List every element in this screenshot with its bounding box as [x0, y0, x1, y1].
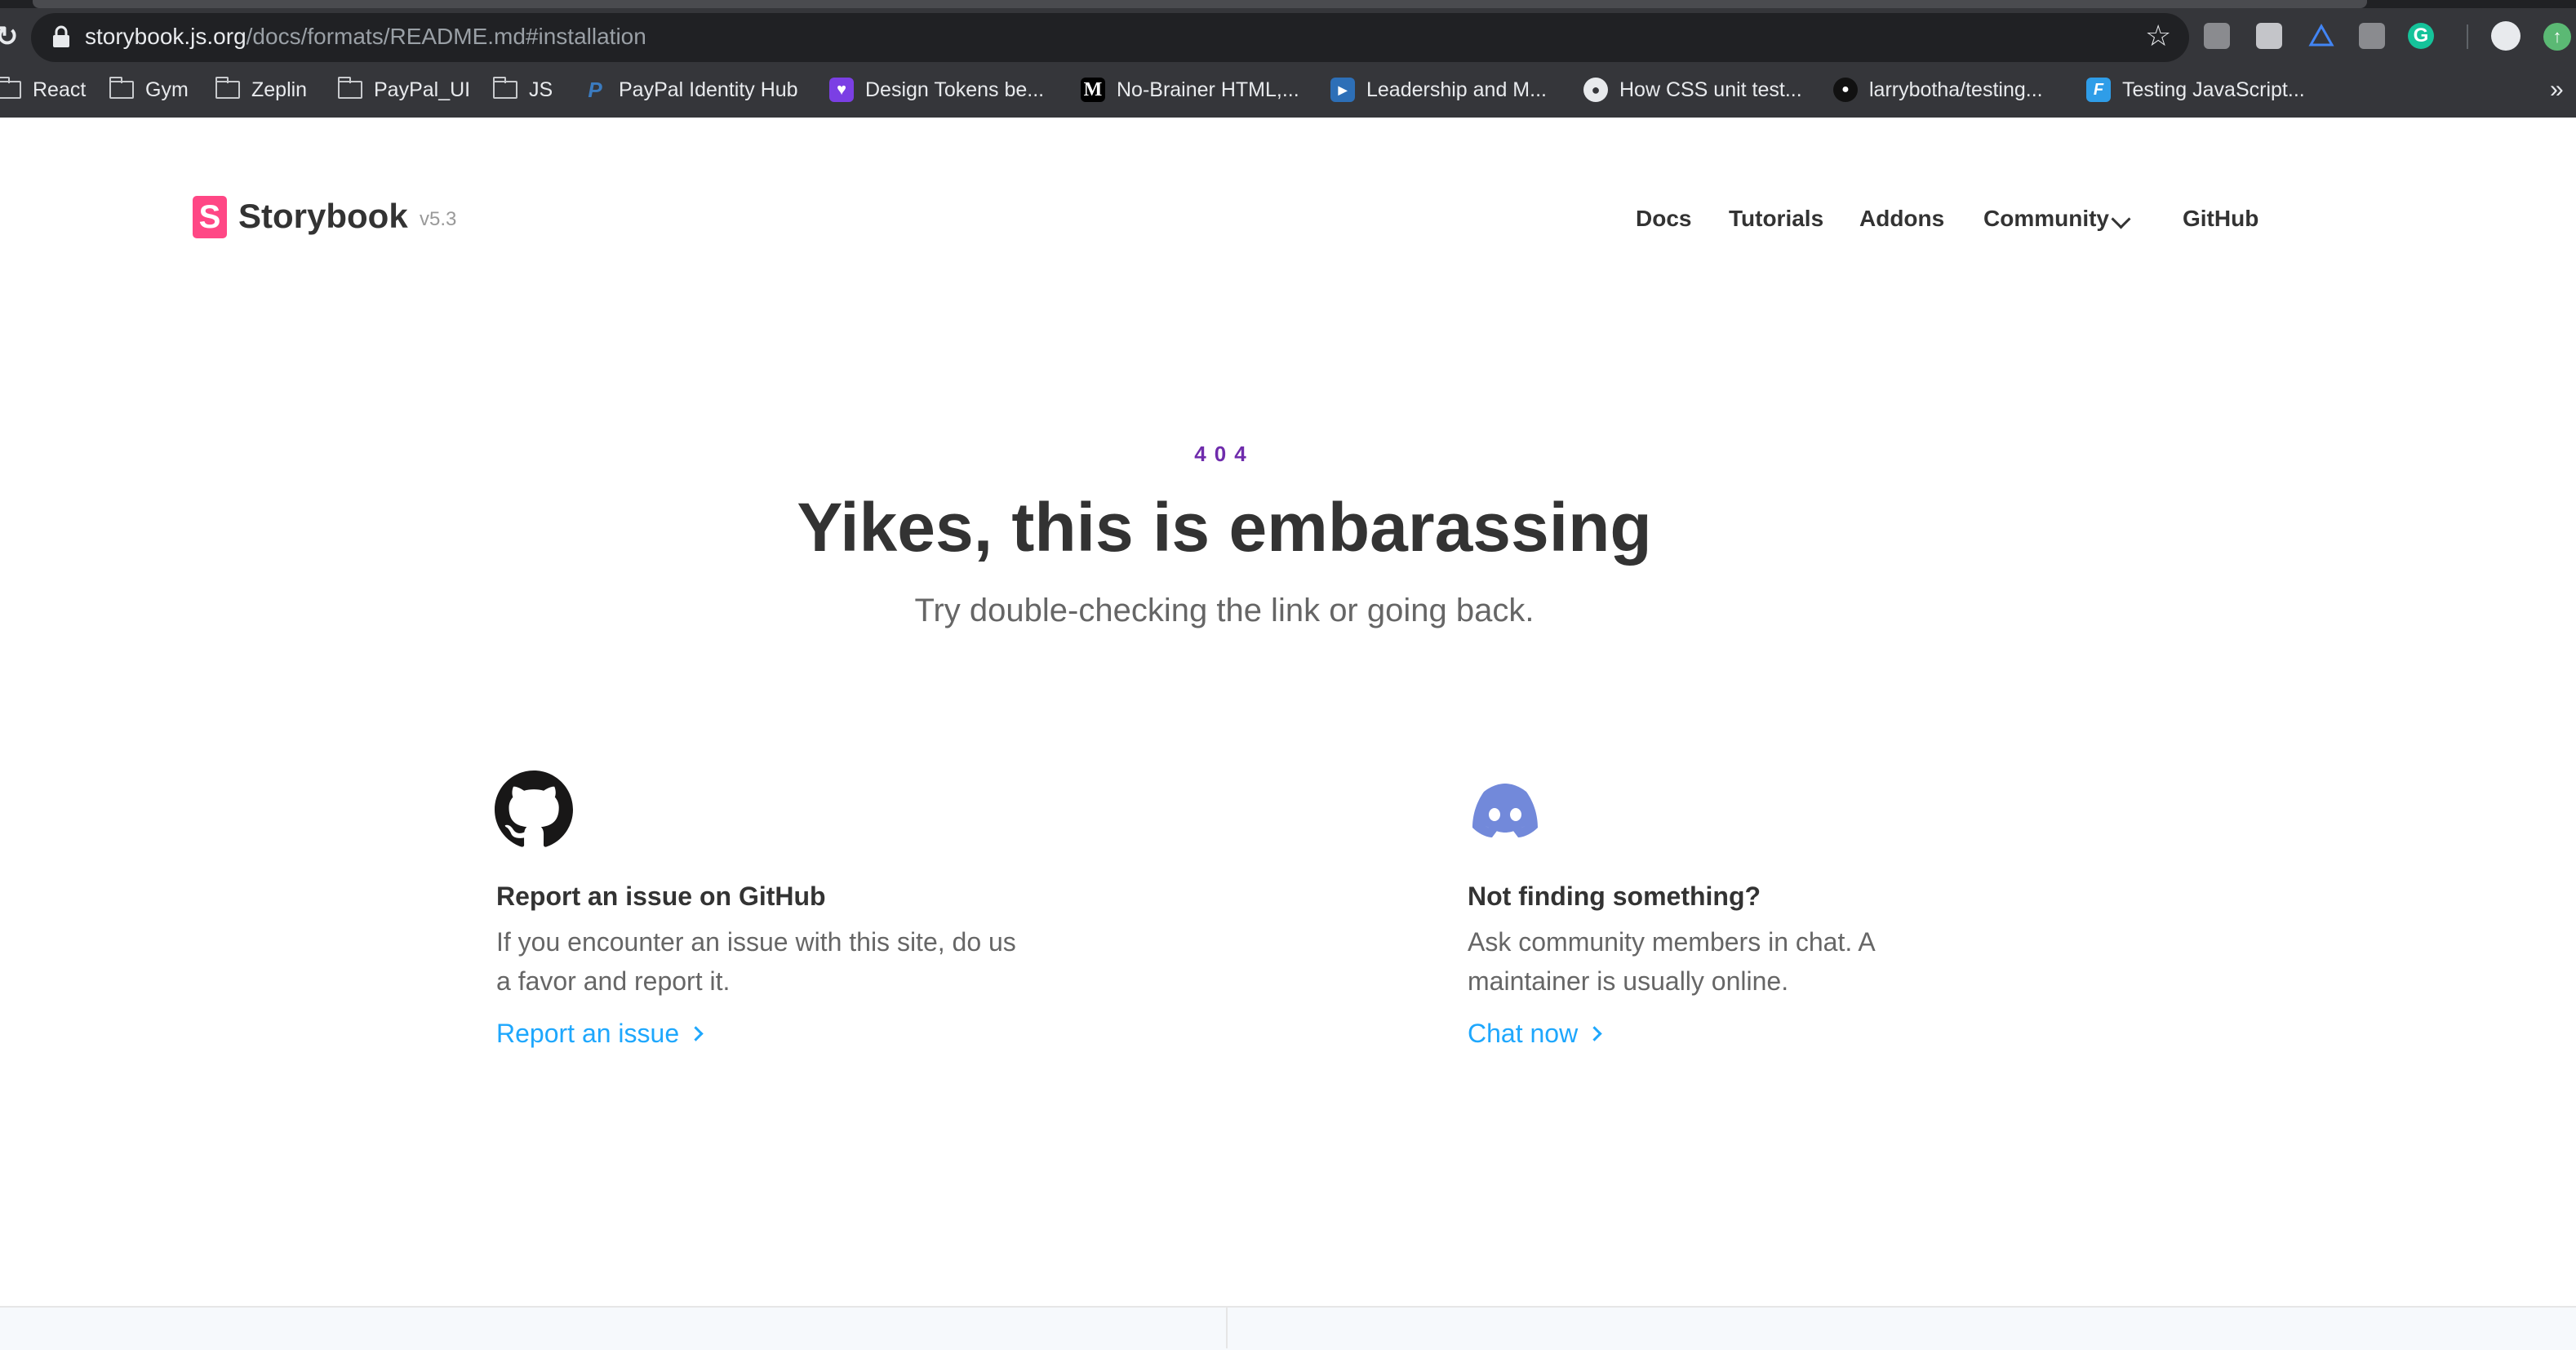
- tab-strip: [0, 0, 2576, 8]
- bookmark-label: Design Tokens be...: [865, 78, 1045, 101]
- profile-avatar-icon[interactable]: [2491, 21, 2520, 51]
- bookmark-label: Leadership and M...: [1366, 78, 1547, 101]
- url-path: /docs/formats/README.md#installation: [246, 24, 646, 49]
- camera-icon[interactable]: [2359, 23, 2385, 49]
- brand-name[interactable]: Storybook: [238, 194, 408, 238]
- github-icon: ●: [1833, 78, 1858, 102]
- footer: [0, 1306, 2576, 1350]
- bookmark-label: PayPal Identity Hub: [619, 78, 798, 101]
- bookmark-label: Gym: [145, 78, 189, 101]
- folder-icon: [493, 77, 517, 99]
- link-label: Report an issue: [496, 1019, 680, 1048]
- toolbar-separator: [2467, 24, 2468, 49]
- bookmark-label: JS: [529, 78, 553, 101]
- chevron-right-icon: [688, 1026, 704, 1041]
- bookmark-star-icon[interactable]: ☆: [2145, 20, 2171, 52]
- chat-now-link[interactable]: Chat now: [1468, 1015, 1602, 1051]
- error-code: 404: [1194, 442, 1255, 466]
- bookmark-label: larrybotha/testing...: [1869, 78, 2043, 101]
- card-description: Ask community members in chat. A maintai…: [1468, 927, 1874, 996]
- frontend-masters-icon: F: [2086, 78, 2111, 102]
- browser-chrome: ↻ storybook.js.org/docs/formats/README.m…: [0, 0, 2576, 118]
- medium-icon: M: [1081, 78, 1105, 102]
- extension-icon[interactable]: [2256, 23, 2282, 49]
- nav-github[interactable]: GitHub: [2183, 202, 2258, 235]
- bookmark-design-tokens[interactable]: ♥ Design Tokens be...: [829, 72, 1044, 108]
- bookmark-gym[interactable]: Gym: [109, 72, 189, 108]
- report-issue-link[interactable]: Report an issue: [496, 1015, 704, 1051]
- chevron-down-icon[interactable]: [2111, 209, 2131, 229]
- bookmark-no-brainer-html[interactable]: M No-Brainer HTML,...: [1081, 72, 1299, 108]
- nav-addons[interactable]: Addons: [1859, 202, 1944, 235]
- nav-tutorials[interactable]: Tutorials: [1729, 202, 1823, 235]
- grammarly-icon[interactable]: G: [2408, 23, 2434, 49]
- bookmark-label: React: [33, 78, 87, 101]
- bookmark-label: How CSS unit test...: [1619, 78, 1802, 101]
- discord-icon: [1472, 784, 1538, 837]
- url-text[interactable]: storybook.js.org/docs/formats/README.md#…: [85, 22, 646, 51]
- bookmark-leadership[interactable]: ▶ Leadership and M...: [1330, 72, 1547, 108]
- update-icon[interactable]: ↑: [2543, 23, 2571, 51]
- folder-icon: [338, 77, 362, 99]
- version-label: v5.3: [420, 208, 457, 230]
- folder-icon: [109, 77, 134, 99]
- nav-community[interactable]: Community: [1983, 202, 2109, 235]
- active-tab[interactable]: [33, 0, 2367, 8]
- more-bookmarks-icon[interactable]: »: [2550, 75, 2564, 104]
- bookmark-label: No-Brainer HTML,...: [1117, 78, 1299, 101]
- bookmark-paypal-ui[interactable]: PayPal_UI: [338, 72, 470, 108]
- github-icon: [495, 770, 573, 847]
- chevron-right-icon: [1587, 1026, 1602, 1041]
- bookmark-larrybotha[interactable]: ● larrybotha/testing...: [1833, 72, 2043, 108]
- folder-icon: [215, 77, 240, 99]
- card-description: If you encounter an issue with this site…: [496, 927, 1016, 996]
- folder-icon: [0, 77, 21, 99]
- card-title: Not finding something?: [1468, 881, 1761, 911]
- link-label: Chat now: [1468, 1019, 1579, 1048]
- page-title: Yikes, this is embarassing: [797, 489, 1652, 566]
- reload-icon[interactable]: ↻: [0, 23, 19, 51]
- page-subtitle: Try double-checking the link or going ba…: [914, 593, 1534, 628]
- bookmark-css-unit-test[interactable]: ● How CSS unit test...: [1583, 72, 1802, 108]
- bookmark-react[interactable]: React: [0, 72, 86, 108]
- storybook-logo-icon[interactable]: S: [193, 196, 227, 238]
- extension-icon[interactable]: [2204, 23, 2230, 49]
- bookmark-testing-javascript[interactable]: F Testing JavaScript...: [2086, 72, 2305, 108]
- globe-icon: ●: [1583, 78, 1608, 102]
- video-icon: ▶: [1330, 78, 1355, 102]
- paypal-icon: P: [588, 77, 602, 102]
- bookmark-label: PayPal_UI: [374, 78, 471, 101]
- bookmark-zeplin[interactable]: Zeplin: [215, 72, 307, 108]
- footer-divider: [1226, 1308, 1228, 1348]
- bookmark-label: Testing JavaScript...: [2122, 78, 2305, 101]
- card-title: Report an issue on GitHub: [496, 881, 826, 911]
- url-host: storybook.js.org: [85, 24, 246, 49]
- lock-icon: [53, 25, 69, 47]
- bookmark-paypal-identity-hub[interactable]: P PayPal Identity Hub: [583, 72, 798, 108]
- pocket-icon: ♥: [829, 78, 854, 102]
- logo-letter: S: [198, 199, 221, 235]
- bookmark-label: Zeplin: [251, 78, 308, 101]
- bookmarks-bar: React Gym Zeplin PayPal_UI JS P PayPal Id…: [0, 72, 2576, 108]
- bookmark-js[interactable]: JS: [493, 72, 553, 108]
- drive-icon[interactable]: [2308, 23, 2334, 49]
- nav-docs[interactable]: Docs: [1636, 202, 1691, 235]
